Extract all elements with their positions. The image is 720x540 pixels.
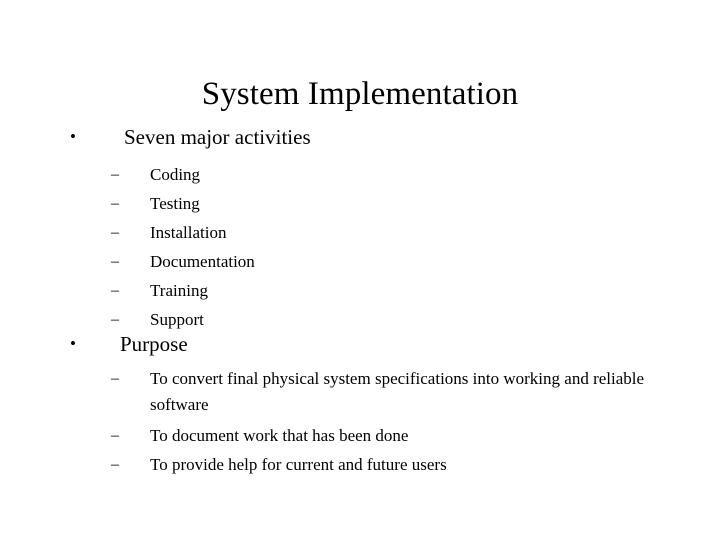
dash-marker-icon: – (111, 427, 119, 444)
dash-marker-icon: – (111, 370, 119, 387)
list-item-label: To convert final physical system specifi… (150, 369, 645, 414)
page-title: System Implementation (201, 76, 519, 113)
dash-marker-icon: – (111, 311, 119, 328)
list-item: – Installation (0, 218, 720, 247)
list-item-label: To provide help for current and future u… (150, 455, 447, 474)
bullet-label: Seven major activities (124, 125, 311, 149)
dash-marker-icon: – (111, 282, 119, 299)
dash-marker-icon: – (111, 166, 119, 183)
list-item: – To document work that has been done (0, 421, 720, 450)
list-item-label: Support (150, 310, 204, 329)
dash-marker-icon: – (111, 224, 119, 241)
bullet-label: Purpose (120, 332, 188, 356)
list-item: – To provide help for current and future… (0, 450, 720, 479)
bullet-seven-major-activities: • Seven major activities (0, 124, 720, 150)
purpose-list: – To convert final physical system speci… (0, 366, 720, 479)
activities-list: – Coding – Testing – Installation – Docu… (0, 160, 720, 334)
list-item-label: Installation (150, 223, 227, 242)
section-seven-major-activities: • Seven major activities – Coding – Test… (0, 124, 720, 334)
section-purpose: • Purpose – To convert final physical sy… (0, 331, 720, 479)
dash-marker-icon: – (111, 456, 119, 473)
dash-marker-icon: – (111, 195, 119, 212)
list-item: – To convert final physical system speci… (0, 366, 720, 421)
list-item: – Testing (0, 189, 720, 218)
bullet-dot-icon: • (70, 127, 76, 146)
bullet-dot-icon: • (70, 334, 76, 353)
list-item-label: Testing (150, 194, 200, 213)
list-item-label: To document work that has been done (150, 426, 409, 445)
presentation-slide: System Implementation • Seven major acti… (0, 0, 720, 540)
list-item-label: Coding (150, 165, 201, 184)
dash-marker-icon: – (111, 253, 119, 270)
list-item: – Documentation (0, 247, 720, 276)
list-item-label: Training (150, 281, 208, 300)
list-item-label: Documentation (150, 252, 255, 271)
list-item: – Training (0, 276, 720, 305)
list-item: – Coding (0, 160, 720, 189)
bullet-purpose: • Purpose (0, 331, 720, 357)
list-item: – Support (0, 305, 720, 334)
